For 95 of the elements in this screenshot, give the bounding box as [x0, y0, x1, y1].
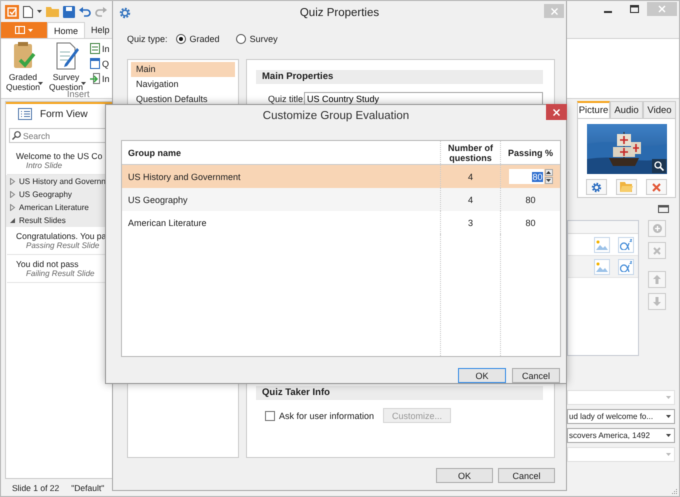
- alpha-icon: [620, 261, 632, 272]
- close-icon: [553, 108, 560, 116]
- ok-button[interactable]: OK: [458, 368, 506, 383]
- radio-button[interactable]: Survey: [236, 34, 278, 44]
- close-icon: [658, 5, 666, 13]
- move-up-button[interactable]: [648, 271, 666, 288]
- close-icon: [550, 8, 558, 14]
- alpha-icon: [620, 239, 632, 250]
- remove-button[interactable]: [648, 242, 666, 259]
- cancel-button[interactable]: Cancel: [512, 368, 560, 383]
- caret-icon: [81, 82, 86, 85]
- table-cell: 80: [500, 211, 560, 234]
- formula-button[interactable]: [618, 236, 634, 252]
- list-item[interactable]: Navigation: [131, 77, 235, 92]
- list-icon: [18, 108, 32, 120]
- image-button[interactable]: [594, 236, 610, 252]
- table-cell-text: American Literature: [127, 216, 208, 230]
- search-icon: [654, 161, 664, 171]
- move-down-button[interactable]: [648, 293, 666, 310]
- media-tab[interactable]: Video: [643, 101, 676, 118]
- close-icon: [652, 182, 661, 192]
- maximize-icon: [630, 5, 638, 13]
- up-icon: [546, 171, 551, 174]
- spin-up-button[interactable]: [544, 169, 552, 176]
- status-text: Slide 1 of 22: [12, 482, 60, 492]
- dialog-title: Customize Group Evaluation: [262, 109, 410, 124]
- resize-grip-icon[interactable]: [671, 488, 677, 494]
- add-button[interactable]: [648, 220, 666, 237]
- formula-button[interactable]: [618, 258, 634, 274]
- dropdown[interactable]: ud lady of welcome fo...: [567, 409, 675, 424]
- up-arrow-icon: [653, 275, 661, 284]
- dialog-title: Quiz Properties: [300, 7, 380, 19]
- arrow-in-icon: [90, 73, 100, 84]
- settings-icon: [591, 182, 602, 192]
- checkbox[interactable]: Ask for user information: [265, 410, 374, 420]
- ribbon-tab[interactable]: Help: [85, 22, 116, 38]
- document-icon: [90, 43, 100, 54]
- ribbon-button[interactable]: Q: [90, 57, 110, 70]
- caret-icon[interactable]: [37, 10, 42, 13]
- section-header: Main Properties: [256, 70, 543, 84]
- ribbon-tab[interactable]: Home: [47, 22, 86, 38]
- settings-button[interactable]: [586, 179, 607, 195]
- close-icon: [653, 246, 661, 254]
- cancel-button[interactable]: Cancel: [498, 468, 555, 483]
- new-document-icon[interactable]: [23, 6, 33, 18]
- list-item[interactable]: Main: [131, 62, 235, 77]
- ok-button[interactable]: OK: [436, 468, 493, 483]
- field-label: Quiz type:: [127, 34, 168, 44]
- media-tab[interactable]: Audio: [610, 101, 643, 118]
- undo-icon[interactable]: [79, 6, 91, 17]
- table-cell-text: US History and Government: [127, 170, 242, 184]
- down-icon: [546, 179, 551, 182]
- caret-icon: [666, 434, 671, 437]
- plus-icon: [652, 224, 662, 233]
- table-cell-text: US Geography: [127, 194, 189, 207]
- redo-icon[interactable]: [95, 6, 107, 17]
- file-menu-button[interactable]: [1, 22, 47, 38]
- media-tab[interactable]: Picture: [577, 101, 610, 118]
- restore-icon: [658, 205, 669, 213]
- number-field[interactable]: 80: [508, 169, 544, 184]
- menu-icon: [15, 26, 25, 34]
- image-button[interactable]: [594, 258, 610, 274]
- ribbon-button[interactable]: In: [90, 42, 110, 55]
- folder-icon: [620, 182, 633, 192]
- table-row[interactable]: US Geography 4 80: [122, 188, 560, 211]
- status-text: "Default": [71, 482, 104, 492]
- search-icon: [12, 131, 21, 140]
- list-item[interactable]: Question Defaults: [131, 92, 235, 107]
- radio-button[interactable]: Graded: [176, 34, 220, 44]
- table-row[interactable]: US History and Government 4 80: [122, 165, 560, 188]
- caret-icon: [38, 82, 43, 85]
- delete-button[interactable]: [646, 179, 667, 195]
- caret-icon: [666, 453, 671, 456]
- save-icon[interactable]: [63, 6, 75, 18]
- column-header: Group name: [127, 146, 182, 160]
- settings-icon: [119, 7, 131, 19]
- image-icon: [596, 240, 608, 250]
- ribbon-button[interactable]: In: [90, 72, 110, 85]
- down-arrow-icon: [653, 297, 661, 306]
- caret-icon: [666, 396, 671, 399]
- folder-icon[interactable]: [46, 6, 59, 17]
- image-icon: [596, 262, 608, 272]
- close-button[interactable]: [546, 104, 567, 120]
- column-header: Number of questions: [440, 141, 500, 164]
- table-cell: 3: [440, 211, 500, 234]
- section-header: Quiz Taker Info: [256, 386, 543, 400]
- caret-icon: [666, 415, 671, 418]
- column-header: Passing %: [500, 141, 560, 164]
- dropdown[interactable]: scovers America, 1492: [567, 428, 675, 443]
- document-icon: [90, 58, 100, 69]
- group-label: Insert: [67, 89, 91, 99]
- search-button[interactable]: [652, 159, 666, 173]
- spin-down-button[interactable]: [544, 177, 552, 184]
- caret-icon: [28, 28, 33, 32]
- open-folder-button[interactable]: [616, 179, 637, 195]
